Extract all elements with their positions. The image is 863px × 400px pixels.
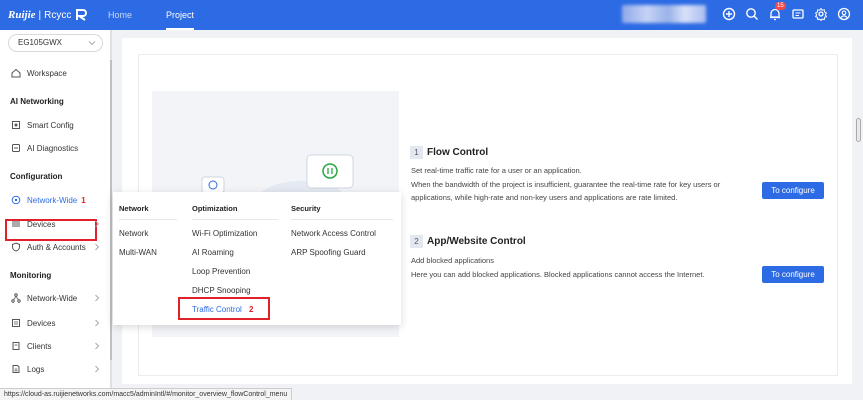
menu-item-dhcp-snooping[interactable]: DHCP Snooping xyxy=(192,286,251,295)
desc-line: Here you can add blocked applications. B… xyxy=(411,269,705,279)
menu-item-network-access-control[interactable]: Network Access Control xyxy=(291,229,376,238)
menu-divider xyxy=(291,219,393,220)
chevron-right-icon xyxy=(95,220,100,228)
desc-line: applications, while high-rate and non-ke… xyxy=(411,193,678,202)
page-scrollbar-thumb[interactable] xyxy=(856,118,861,142)
logo-product: Rcycc xyxy=(44,9,72,21)
section-title-text: Flow Control xyxy=(427,147,489,158)
clients-icon xyxy=(12,342,20,350)
menu-item-network[interactable]: Network xyxy=(119,229,148,238)
flow-control-configure-button[interactable]: To configure xyxy=(762,182,824,199)
sidebar: EG105GWX Workspace AI Networking Smart C… xyxy=(0,30,112,388)
logo[interactable]: Ruijie | Rcycc xyxy=(8,8,89,22)
sidebar-item-ai-diagnostics[interactable]: AI Diagnostics xyxy=(0,139,112,157)
menu-divider xyxy=(119,219,177,220)
network-globe-icon xyxy=(11,195,21,205)
device-list-icon xyxy=(12,319,20,327)
home-icon xyxy=(11,68,21,78)
sidebar-item-network-wide[interactable]: Network-Wide 1 xyxy=(0,191,112,209)
device-select[interactable]: EG105GWX xyxy=(8,34,103,52)
sidebar-item-smart-config[interactable]: Smart Config xyxy=(0,116,112,134)
blurred-account-name[interactable] xyxy=(622,5,706,23)
message-icon[interactable] xyxy=(791,7,805,21)
menu-item-multi-wan[interactable]: Multi-WAN xyxy=(119,248,157,257)
sidebar-item-devices[interactable]: Devices xyxy=(0,215,112,233)
chevron-right-icon xyxy=(95,319,100,327)
sidebar-group-monitoring: Monitoring xyxy=(10,271,52,280)
device-select-value: EG105GWX xyxy=(18,38,63,47)
sidebar-group-configuration: Configuration xyxy=(10,172,63,181)
section-number: 2 xyxy=(410,235,423,248)
menu-column-optimization: Optimization xyxy=(192,204,238,213)
sidebar-item-label: Smart Config xyxy=(27,120,74,130)
shield-icon xyxy=(12,242,20,252)
sidebar-item-label: AI Diagnostics xyxy=(27,143,79,153)
desc-line: Set real-time traffic rate for a user or… xyxy=(411,166,582,175)
sidebar-item-label: Devices xyxy=(27,219,56,229)
menu-column-security: Security xyxy=(291,204,321,213)
app-website-control-title: 2 App/Website Control xyxy=(410,235,526,248)
gear-icon[interactable] xyxy=(814,7,828,21)
notification-badge: 15 xyxy=(775,2,786,10)
flow-control-title: 1 Flow Control xyxy=(410,146,488,159)
flow-control-description: Set real-time traffic rate for a user or… xyxy=(411,164,756,205)
chevron-right-icon xyxy=(95,243,100,251)
nav-home[interactable]: Home xyxy=(108,0,132,30)
section-title-text: App/Website Control xyxy=(427,236,526,247)
chevron-down-icon xyxy=(88,41,96,46)
diagnostics-icon xyxy=(12,144,20,152)
app-website-control-description: Add blocked applications Here you can ad… xyxy=(411,254,756,281)
step-marker-1: 1 xyxy=(81,195,86,205)
desc-line: Add blocked applications xyxy=(411,256,494,265)
devices-icon xyxy=(12,221,20,227)
menu-item-arp-spoofing-guard[interactable]: ARP Spoofing Guard xyxy=(291,248,366,257)
sidebar-item-auth-accounts[interactable]: Auth & Accounts xyxy=(0,238,112,256)
app-control-configure-button[interactable]: To configure xyxy=(762,266,824,283)
sidebar-scrollbar-thumb[interactable] xyxy=(110,60,112,360)
notifications[interactable]: 15 xyxy=(768,2,786,21)
chevron-right-icon xyxy=(95,294,100,302)
menu-item-ai-roaming[interactable]: AI Roaming xyxy=(192,248,234,257)
network-wide-flyout-menu: Network Optimization Security Network Mu… xyxy=(113,192,401,325)
sidebar-item-label: Network-Wide xyxy=(27,293,78,303)
logs-icon xyxy=(12,365,20,373)
sidebar-item-label: Logs xyxy=(27,364,45,374)
sidebar-group-ai-networking: AI Networking xyxy=(10,97,64,106)
sidebar-item-monitor-clients[interactable]: Clients xyxy=(0,337,112,355)
sidebar-item-label: Network-Wide xyxy=(27,195,78,205)
sidebar-item-label: Workspace xyxy=(27,68,67,78)
sidebar-item-label: Clients xyxy=(27,341,52,351)
sidebar-item-monitor-network-wide[interactable]: Network-Wide xyxy=(0,289,112,307)
add-circle-icon[interactable] xyxy=(722,7,736,21)
desc-line: When the bandwidth of the project is ins… xyxy=(411,179,721,189)
sidebar-item-monitor-logs[interactable]: Logs xyxy=(0,360,112,378)
logo-brand: Ruijie xyxy=(8,9,36,21)
user-avatar-icon[interactable] xyxy=(837,7,851,21)
chevron-right-icon xyxy=(95,342,100,350)
search-icon[interactable] xyxy=(745,7,759,21)
menu-item-loop-prevention[interactable]: Loop Prevention xyxy=(192,267,250,276)
status-url-bar: https://cloud-as.ruijienetworks.com/macc… xyxy=(0,388,293,400)
menu-item-wifi-optimization[interactable]: Wi-Fi Optimization xyxy=(192,229,257,238)
nav-project[interactable]: Project xyxy=(166,0,195,30)
topology-icon xyxy=(11,293,21,303)
smart-config-icon xyxy=(12,121,20,129)
menu-divider xyxy=(192,219,278,220)
sidebar-item-workspace[interactable]: Workspace xyxy=(0,64,112,82)
sidebar-item-label: Devices xyxy=(27,318,56,328)
menu-column-network: Network xyxy=(119,204,149,213)
section-number: 1 xyxy=(410,146,423,159)
sidebar-item-label: Auth & Accounts xyxy=(27,242,86,252)
top-bar: Ruijie | Rcycc Home Project 15 xyxy=(0,0,863,30)
sidebar-item-monitor-devices[interactable]: Devices xyxy=(0,314,112,332)
chevron-right-icon xyxy=(95,365,100,373)
highlight-box-traffic-control xyxy=(178,297,270,320)
logo-mark-icon xyxy=(76,9,88,21)
